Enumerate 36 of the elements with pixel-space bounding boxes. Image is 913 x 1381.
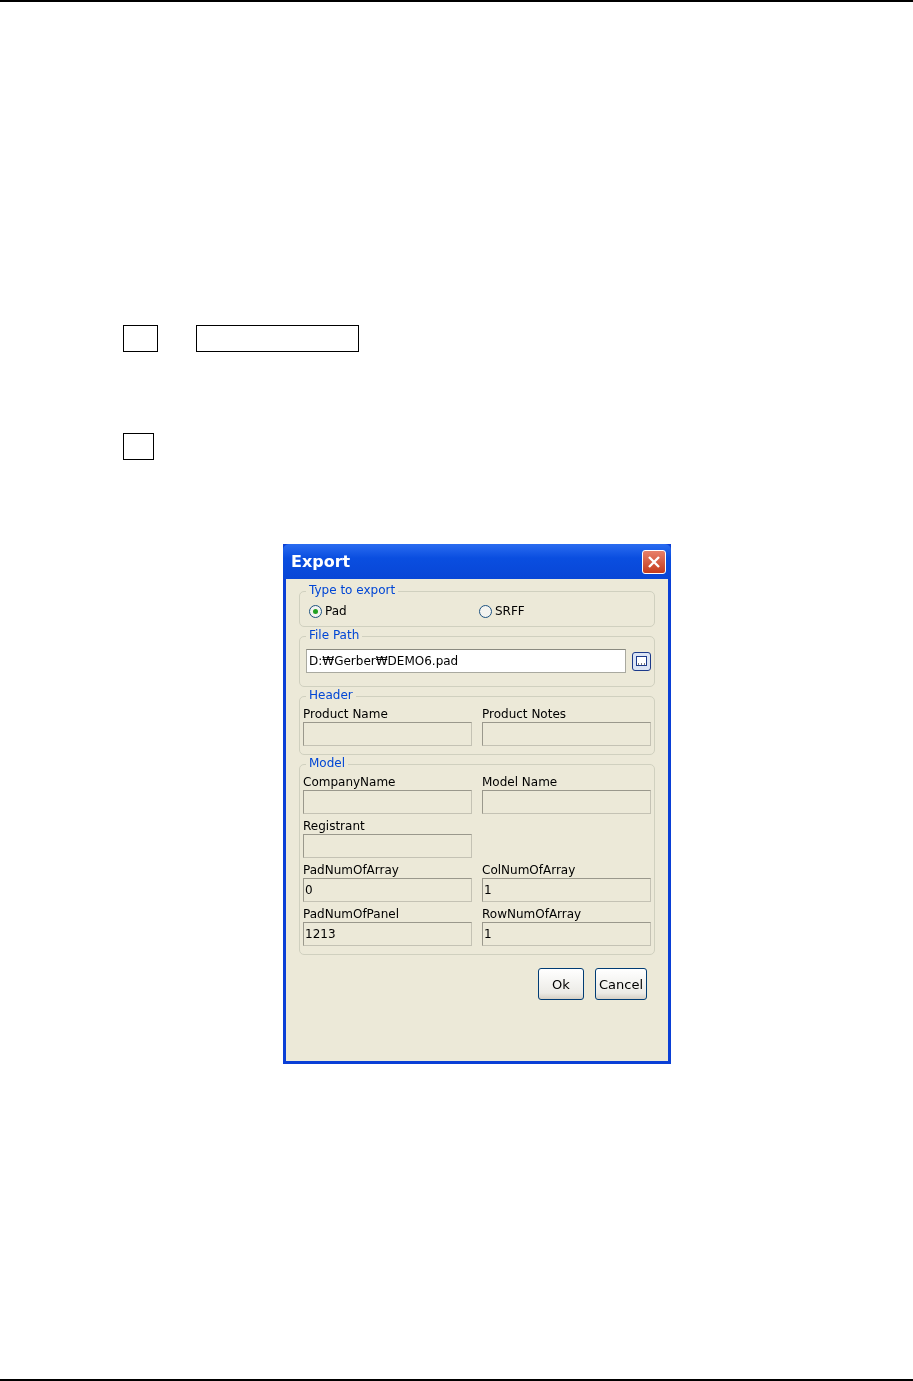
- radio-option[interactable]: Pad: [309, 604, 479, 618]
- input-field[interactable]: [303, 790, 472, 814]
- input-field[interactable]: [482, 790, 651, 814]
- radio-icon[interactable]: [309, 604, 322, 618]
- field-label: Registrant: [303, 819, 366, 833]
- input-field[interactable]: [303, 834, 472, 858]
- window-title: Export: [291, 552, 351, 571]
- field-label: RowNumOfArray: [482, 907, 583, 921]
- group-title: Header: [306, 688, 356, 702]
- empty-box: [123, 433, 154, 460]
- browse-button[interactable]: [632, 651, 651, 671]
- file-path-field[interactable]: D:₩Gerber₩DEMO6.pad: [306, 649, 626, 673]
- close-icon: [647, 554, 661, 569]
- input-field[interactable]: 1213: [303, 922, 472, 946]
- field-label: PadNumOfArray: [303, 863, 400, 877]
- input-field[interactable]: 1: [482, 878, 651, 902]
- radio-option[interactable]: SRFF: [479, 604, 645, 618]
- field-label: PadNumOfPanel: [303, 907, 400, 921]
- group-title: File Path: [306, 628, 363, 642]
- field-label: Product Name: [303, 707, 389, 721]
- close-button[interactable]: [642, 549, 666, 574]
- dialog-button[interactable]: Cancel: [594, 968, 647, 1000]
- dialog-button[interactable]: Ok: [537, 968, 584, 1000]
- group-title: Model: [306, 756, 349, 770]
- input-field[interactable]: [482, 722, 651, 746]
- field-label: ColNumOfArray: [482, 863, 577, 877]
- field-label: Model Name: [482, 775, 559, 789]
- field-label: Product Notes: [482, 707, 568, 721]
- input-field[interactable]: [303, 722, 472, 746]
- group-title: Type to export: [306, 583, 399, 597]
- field-label: CompanyName: [303, 775, 397, 789]
- input-field[interactable]: 0: [303, 878, 472, 902]
- folder-icon: [636, 656, 647, 666]
- radio-icon[interactable]: [479, 604, 492, 618]
- input-field[interactable]: 1: [482, 922, 651, 946]
- empty-box: [123, 325, 158, 352]
